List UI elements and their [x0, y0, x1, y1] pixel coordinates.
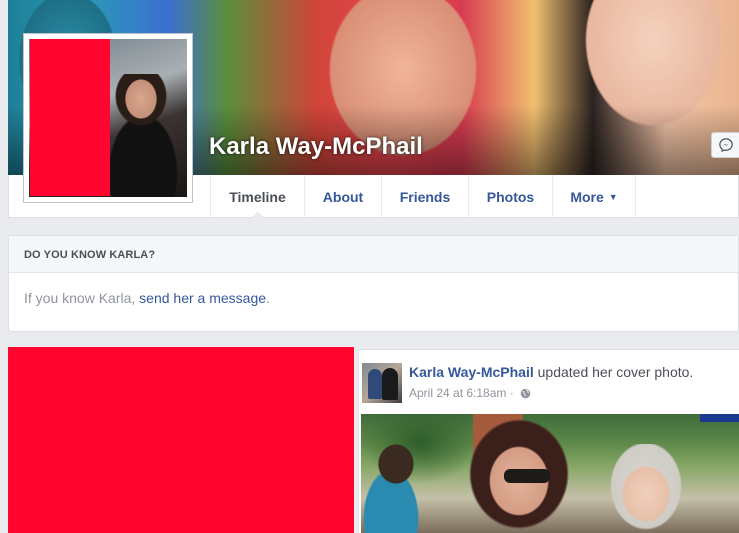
photo-detail [361, 434, 421, 533]
globe-icon[interactable] [520, 388, 531, 399]
redaction-block [8, 347, 354, 533]
post-author-link[interactable]: Karla Way-McPhail [409, 364, 534, 380]
messenger-button[interactable] [711, 132, 739, 158]
avatar-figure [368, 369, 382, 399]
do-you-know-suffix: . [266, 290, 270, 306]
post-photo[interactable] [361, 414, 739, 533]
profile-person [109, 74, 179, 197]
tab-label: Friends [399, 188, 451, 205]
messenger-icon [719, 138, 733, 152]
avatar-figure [382, 368, 398, 400]
timeline-post: Karla Way-McPhail updated her cover phot… [358, 349, 739, 533]
profile-tabs: Timeline About Friends Photos More ▼ [210, 175, 636, 219]
redaction-block [30, 39, 110, 196]
tab-label: Photos [486, 188, 535, 205]
tab-label: Timeline [229, 188, 286, 205]
send-message-link[interactable]: send her a message [139, 290, 266, 306]
post-timestamp[interactable]: April 24 at 6:18am · [409, 386, 517, 400]
photo-detail [504, 469, 550, 483]
tab-label: About [322, 188, 364, 205]
post-action: updated her cover photo. [537, 364, 694, 380]
profile-name[interactable]: Karla Way-McPhail [209, 133, 423, 161]
post-header: Karla Way-McPhail updated her cover phot… [409, 364, 693, 380]
tab-more[interactable]: More ▼ [552, 175, 636, 218]
tab-friends[interactable]: Friends [381, 175, 468, 218]
tab-about[interactable]: About [304, 175, 381, 218]
do-you-know-card: DO YOU KNOW KARLA? If you know Karla, se… [8, 235, 739, 332]
photo-detail [601, 444, 691, 533]
do-you-know-body: If you know Karla, send her a message. [9, 273, 738, 306]
tab-label: More [570, 188, 604, 205]
do-you-know-header: DO YOU KNOW KARLA? [9, 236, 738, 273]
post-meta: April 24 at 6:18am · [409, 386, 531, 400]
do-you-know-text: If you know Karla, [24, 290, 140, 306]
tab-photos[interactable]: Photos [468, 175, 552, 218]
tab-timeline[interactable]: Timeline [210, 175, 304, 219]
post-avatar[interactable] [362, 363, 402, 403]
photo-detail [700, 414, 739, 422]
caret-down-icon: ▼ [608, 191, 618, 202]
